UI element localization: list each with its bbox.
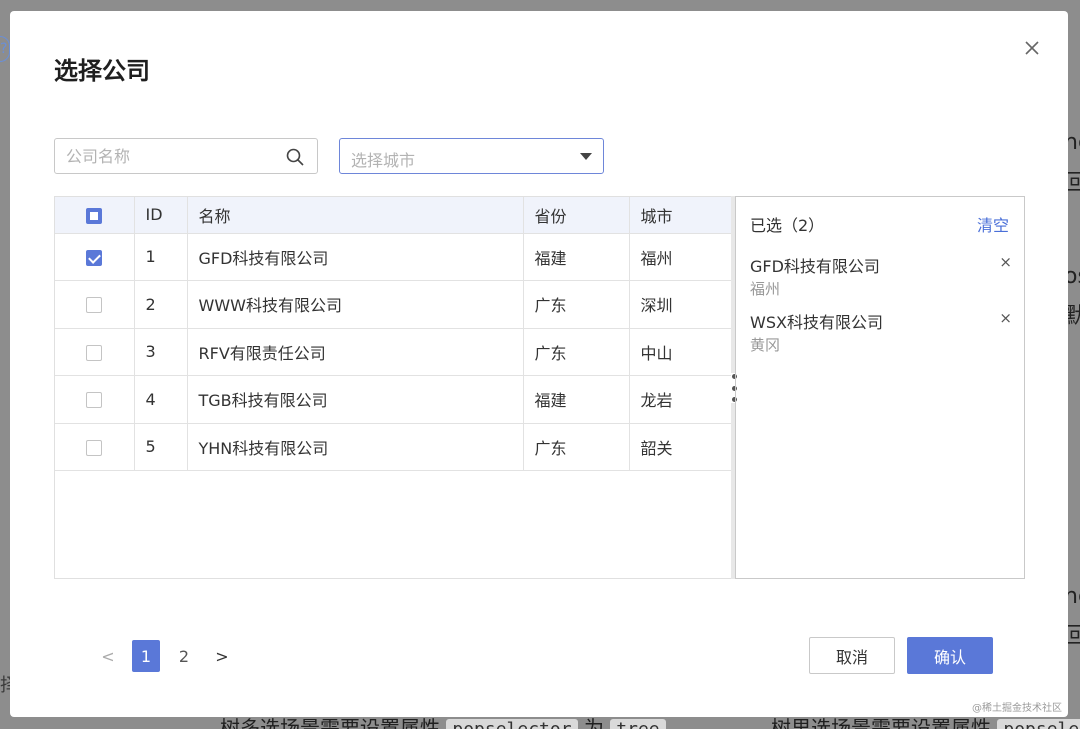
prev-page-button[interactable]: < <box>94 640 122 672</box>
cell-province: 福建 <box>523 233 630 281</box>
dialog-title: 选择公司 <box>54 57 150 85</box>
table-row[interactable]: 3 RFV有限责任公司 广东 中山 <box>55 328 733 376</box>
watermark: @稀土掘金技术社区 <box>972 703 1062 714</box>
cell-name: TGB科技有限公司 <box>187 375 524 424</box>
selected-count-title: 已选（2） <box>750 216 825 235</box>
selected-panel: 已选（2） 清空 GFD科技有限公司 福州 × WSX科技有限公司 黄冈 × <box>735 196 1025 579</box>
cell-city: 深圳 <box>629 280 733 329</box>
header-province: 省份 <box>523 197 630 234</box>
clear-selection-link[interactable]: 清空 <box>977 212 1009 236</box>
city-select-placeholder: 选择城市 <box>351 151 416 170</box>
next-page-button[interactable]: > <box>208 640 236 672</box>
close-icon[interactable] <box>1022 38 1042 58</box>
cell-name: GFD科技有限公司 <box>187 233 524 281</box>
select-all-cell <box>55 197 135 234</box>
confirm-button[interactable]: 确认 <box>907 637 993 674</box>
cell-id: 4 <box>134 375 188 424</box>
selected-item-name: GFD科技有限公司 <box>750 257 880 276</box>
pagination: < 1 2 > <box>94 640 246 672</box>
search-icon[interactable] <box>285 147 305 167</box>
caret-down-icon <box>580 153 592 160</box>
cell-id: 3 <box>134 328 188 376</box>
city-select[interactable]: 选择城市 <box>339 138 604 174</box>
company-table: ID 名称 省份 城市 1 GFD科技有限公司 福建 福州 2 WWW科技有限公… <box>54 196 733 579</box>
cell-id: 1 <box>134 233 188 281</box>
cell-city: 龙岩 <box>629 375 733 424</box>
table-header-row: ID 名称 省份 城市 <box>55 197 733 234</box>
table-row[interactable]: 5 YHN科技有限公司 广东 韶关 <box>55 423 733 471</box>
cell-city: 中山 <box>629 328 733 376</box>
table-row[interactable]: 4 TGB科技有限公司 福建 龙岩 <box>55 375 733 424</box>
row-checkbox-cell <box>55 233 135 281</box>
selected-item-name: WSX科技有限公司 <box>750 313 883 332</box>
row-checkbox-cell <box>55 375 135 424</box>
select-company-dialog: 选择公司 选择城市 ID 名称 省份 城市 <box>10 11 1068 717</box>
row-checkbox[interactable] <box>86 392 103 409</box>
cell-city: 韶关 <box>629 423 733 471</box>
company-name-input[interactable] <box>55 139 280 173</box>
row-checkbox[interactable] <box>86 297 103 314</box>
row-checkbox-cell <box>55 328 135 376</box>
page-button-1[interactable]: 1 <box>132 640 160 672</box>
header-city: 城市 <box>629 197 733 234</box>
selected-item-city: 福州 <box>750 280 781 298</box>
row-checkbox-cell <box>55 423 135 471</box>
cell-name: YHN科技有限公司 <box>187 423 524 471</box>
cell-province: 福建 <box>523 375 630 424</box>
page-button-2[interactable]: 2 <box>170 640 198 672</box>
remove-item-icon[interactable]: × <box>999 309 1012 327</box>
row-checkbox-cell <box>55 280 135 329</box>
cell-city: 福州 <box>629 233 733 281</box>
row-checkbox[interactable] <box>86 439 103 456</box>
cell-id: 5 <box>134 423 188 471</box>
table-row[interactable]: 2 WWW科技有限公司 广东 深圳 <box>55 280 733 329</box>
table-row[interactable]: 1 GFD科技有限公司 福建 福州 <box>55 233 733 281</box>
company-name-search <box>54 138 318 174</box>
row-checkbox[interactable] <box>86 249 103 266</box>
select-all-checkbox[interactable] <box>86 207 103 224</box>
header-id: ID <box>134 197 188 234</box>
cell-province: 广东 <box>523 423 630 471</box>
selected-item: WSX科技有限公司 黄冈 × <box>750 309 1012 355</box>
cell-province: 广东 <box>523 280 630 329</box>
cancel-button[interactable]: 取消 <box>809 637 895 674</box>
background-help-tab: ? <box>0 36 10 62</box>
header-name: 名称 <box>187 197 524 234</box>
cell-id: 2 <box>134 280 188 329</box>
cell-province: 广东 <box>523 328 630 376</box>
selected-item-city: 黄冈 <box>750 336 781 354</box>
row-checkbox[interactable] <box>86 344 103 361</box>
selected-item: GFD科技有限公司 福州 × <box>750 253 1012 299</box>
cell-name: WWW科技有限公司 <box>187 280 524 329</box>
cell-name: RFV有限责任公司 <box>187 328 524 376</box>
remove-item-icon[interactable]: × <box>999 253 1012 271</box>
